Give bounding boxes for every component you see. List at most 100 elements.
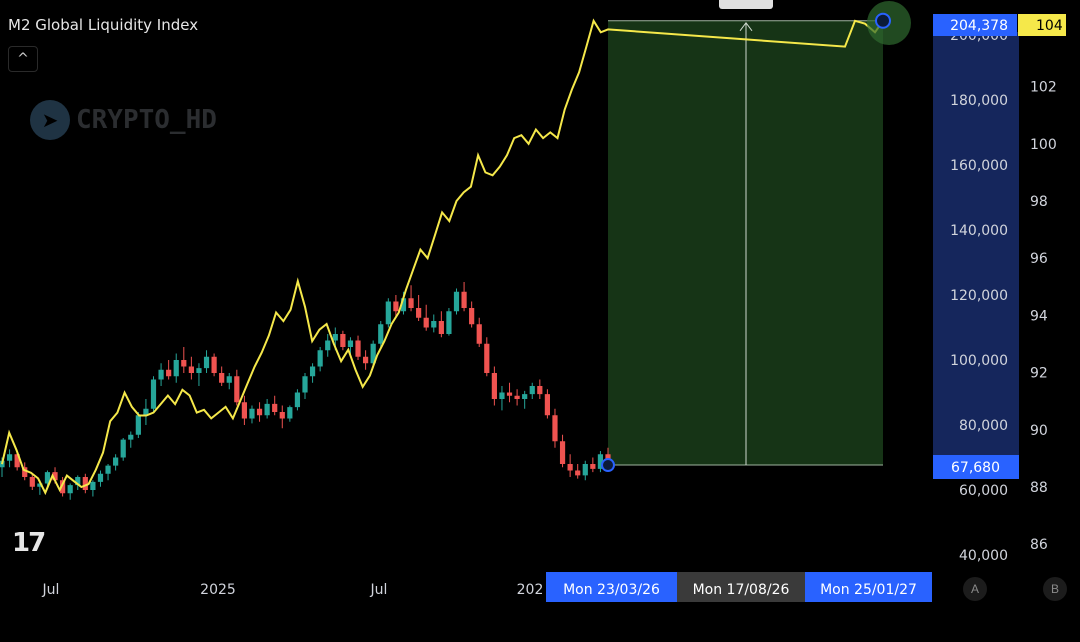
candle-body <box>287 407 293 419</box>
projection-end-handle[interactable] <box>875 12 891 29</box>
candle-body <box>272 403 278 412</box>
date-label: Mon 25/01/27 <box>820 582 917 598</box>
candle-body <box>522 394 528 399</box>
candle-body <box>393 301 399 312</box>
time-axis[interactable]: Jul 2025 Jul 202 Mon 23/03/26 Mon 17/08/26 Mon… <box>0 572 1080 604</box>
candle-body <box>514 395 520 399</box>
right-axis-tick: 94 <box>1030 308 1048 324</box>
candle-body <box>294 392 301 408</box>
candle-body <box>416 308 422 318</box>
candle-body <box>241 402 247 419</box>
right-axis-tick: 92 <box>1030 366 1048 382</box>
right-axis-tick: 98 <box>1030 194 1048 210</box>
chevron-up-icon[interactable]: ^ <box>8 46 38 72</box>
candle-body <box>453 291 460 312</box>
time-axis-tick: Jul <box>370 582 388 598</box>
range-label-tab[interactable] <box>719 0 773 9</box>
candle-body <box>135 415 141 435</box>
candle-body <box>559 441 566 464</box>
telegram-icon: ➤ <box>30 100 70 140</box>
right-axis-tick: 100 <box>1030 137 1057 153</box>
candle-body <box>97 473 104 482</box>
tradingview-logo-icon: 17 <box>12 528 46 558</box>
candle-body <box>347 340 354 347</box>
left-axis-tick: 40,000 <box>959 548 1008 564</box>
candle-body <box>461 291 467 308</box>
candle-body <box>446 311 452 334</box>
candle-body <box>537 386 543 395</box>
candle-body <box>408 298 414 308</box>
time-axis-tick: 202 <box>517 582 544 598</box>
price-last-label: 67,680 <box>951 460 1000 476</box>
candle-body <box>431 321 437 328</box>
date-label: Mon 23/03/26 <box>563 582 660 598</box>
left-axis-tick: 140,000 <box>950 223 1008 239</box>
candle-body <box>567 464 573 471</box>
left-axis-tick: 120,000 <box>950 288 1008 304</box>
right-axis-tick: 88 <box>1030 480 1048 496</box>
candle-body <box>158 369 164 380</box>
right-axis-tick: 86 <box>1030 537 1048 553</box>
candle-body <box>590 464 596 469</box>
price-chart[interactable]: 40,000 60,000 80,000 100,000 120,000 140,000 1… <box>0 0 1080 642</box>
date-label: Mon 17/08/26 <box>693 582 790 598</box>
candle-body <box>264 403 270 416</box>
right-axis-tick: 90 <box>1030 423 1048 439</box>
candle-body <box>378 324 384 344</box>
candle-body <box>363 356 369 364</box>
candle-body <box>173 360 179 377</box>
candle-body <box>385 301 391 325</box>
right-axis-tick: 102 <box>1030 80 1057 96</box>
candle-body <box>469 308 475 325</box>
candle-body <box>256 408 263 416</box>
candle-body <box>203 356 210 369</box>
candle-body <box>128 434 134 440</box>
candle-body <box>317 350 323 367</box>
candle-body <box>423 317 429 328</box>
candle-body <box>355 340 361 357</box>
projection-start-handle[interactable] <box>601 458 615 473</box>
axis-button-b[interactable]: B <box>1043 577 1067 601</box>
left-axis-tick: 160,000 <box>950 158 1008 174</box>
candle-body <box>476 324 482 344</box>
left-axis-tick: 60,000 <box>959 483 1008 499</box>
candle-body <box>90 481 96 490</box>
candle-body <box>325 340 331 351</box>
projection-area <box>608 20 883 466</box>
watermark-text: CRYPTO_HD <box>76 105 217 135</box>
candle-body <box>6 454 13 461</box>
candle-body <box>302 376 308 393</box>
candle-body <box>181 360 187 367</box>
candle-body <box>491 373 497 399</box>
candle-body <box>82 477 88 490</box>
chart-background <box>0 0 1080 642</box>
candle-body <box>219 373 225 383</box>
candle-body <box>332 334 338 341</box>
candle-body <box>211 356 217 373</box>
left-price-axis[interactable]: 40,000 60,000 80,000 100,000 120,000 140,000 1… <box>950 28 1008 564</box>
candle-body <box>226 376 232 383</box>
liquidity-last-label: 104 <box>1036 18 1063 34</box>
candle-body <box>29 477 35 487</box>
candle-body <box>575 470 581 476</box>
candle-body <box>113 457 119 466</box>
price-last-marker <box>1015 455 1019 479</box>
candle-body <box>166 369 172 377</box>
left-axis-tick: 100,000 <box>950 353 1008 369</box>
candle-body <box>309 366 316 377</box>
candle-body <box>249 408 255 419</box>
candle-body <box>279 412 285 419</box>
candle-body <box>340 334 346 347</box>
candle-body <box>438 321 444 334</box>
left-axis-tick: 180,000 <box>950 93 1008 109</box>
candle-body <box>552 415 558 442</box>
candle-body <box>506 392 513 396</box>
time-axis-tick: 2025 <box>200 582 236 598</box>
left-axis-tick: 80,000 <box>959 418 1008 434</box>
candle-body <box>234 376 240 403</box>
candle-body <box>499 392 505 399</box>
time-axis-tick: Jul <box>42 582 60 598</box>
candle-body <box>544 394 550 416</box>
candle-body <box>150 379 157 409</box>
axis-button-a[interactable]: A <box>963 577 987 601</box>
